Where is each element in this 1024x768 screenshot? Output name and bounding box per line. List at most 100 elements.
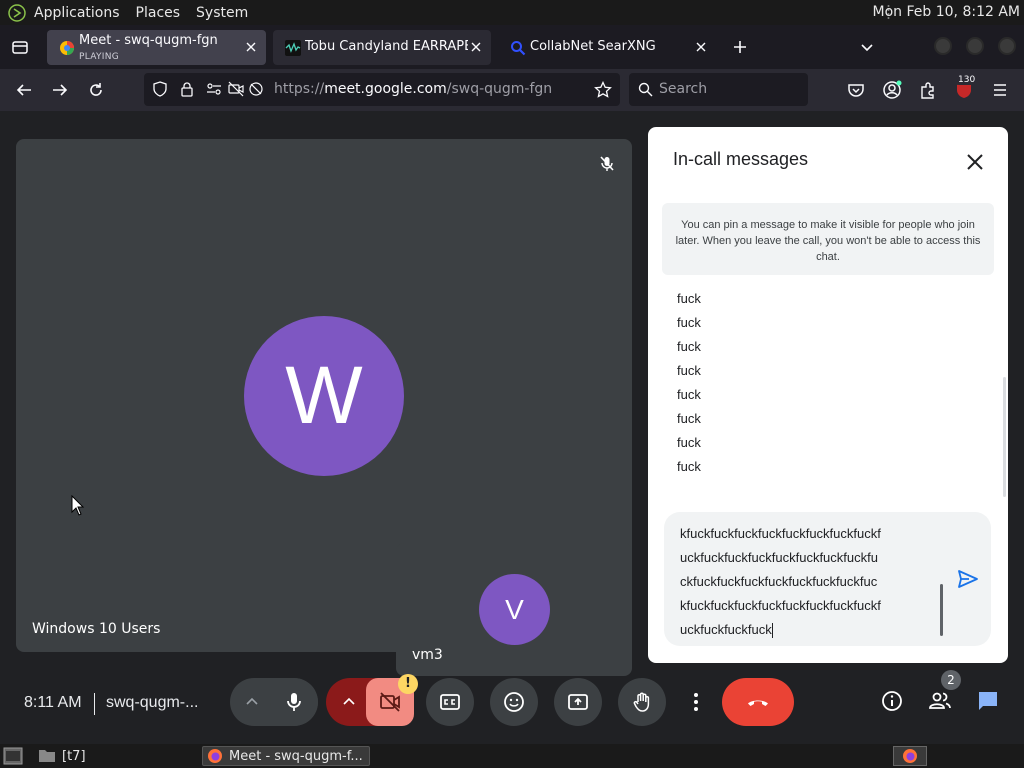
menu-places[interactable]: Places [136,5,181,21]
shield-icon[interactable] [152,81,168,97]
in-call-messages-panel: In-call messages You can pin a message t… [648,127,1008,663]
microphone-icon [287,693,301,711]
search-placeholder: Search [659,81,708,97]
workspace-switcher[interactable] [893,746,927,766]
url-scheme: https:// [274,81,325,97]
folder-icon[interactable] [38,748,56,763]
reload-icon[interactable] [86,80,106,100]
chevron-down-icon[interactable] [858,38,876,56]
close-tab-icon[interactable] [243,39,259,55]
maximize-button[interactable] [966,37,984,55]
taskbar-window-meet[interactable]: Meet - swq-qugm-f... [202,746,370,766]
captions-button[interactable] [426,678,474,726]
chat-scrollbar[interactable] [1003,377,1006,497]
present-screen-button[interactable] [554,678,602,726]
system-top-panel: Applications Places System Mon Feb 10, 8… [0,0,1024,25]
bookmark-star-icon[interactable] [594,81,612,99]
lock-icon[interactable] [179,81,195,97]
tab-searxng[interactable]: CollabNet SearXNG [498,30,716,65]
menu-system[interactable]: System [196,5,248,21]
menu-applications[interactable]: Applications [34,5,120,21]
url-text[interactable]: https://meet.google.com/swq-qugm-fgn [274,81,552,97]
chat-message: fuck [677,315,701,330]
avatar: W [244,316,404,476]
extensions-icon[interactable] [918,80,938,100]
chevron-up-icon[interactable] [244,694,260,710]
participant-tile-main[interactable]: W Windows 10 Users V vm3 [16,139,632,676]
close-window-button[interactable] [998,37,1016,55]
music-wave-icon [285,40,301,56]
participant-name: vm3 [412,647,443,663]
compose-line: uckfuckfuckfuck [680,622,772,637]
pin-info-notice: You can pin a message to make it visible… [662,203,994,275]
chat-message: fuck [677,363,701,378]
send-icon[interactable] [957,568,979,590]
hamburger-menu-icon[interactable] [990,80,1010,100]
tab-tobu[interactable]: Tobu Candyland EARRAPE b [273,30,491,65]
chat-icon[interactable] [976,689,1000,713]
meeting-clock: 8:11 AM [24,694,82,711]
show-desktop-icon[interactable] [3,747,23,765]
close-icon[interactable] [964,151,986,173]
compose-scrollbar[interactable] [940,584,943,636]
meeting-code[interactable]: swq-qugm-... [106,694,198,712]
microphone-button[interactable] [270,678,318,726]
pocket-icon[interactable] [846,80,866,100]
kali-menu-icon[interactable] [8,3,26,22]
account-icon[interactable] [882,80,902,100]
chat-message: fuck [677,459,701,474]
tab-title: Tobu Candyland EARRAPE b [305,39,468,54]
closed-captions-icon [440,694,460,710]
tab-title: CollabNet SearXNG [530,39,656,54]
tab-playing-label: PLAYING [79,52,120,62]
minimize-button[interactable] [934,37,952,55]
permissions-icon[interactable] [206,81,222,97]
forward-arrow-icon[interactable] [50,80,70,100]
tab-meet[interactable]: Meet - swq-qugm-fgn PLAYING [47,30,266,65]
present-screen-icon [568,694,588,710]
mic-off-icon [600,156,614,171]
system-taskbar: [t7] Meet - swq-qugm-f... [0,744,1024,768]
panel-clock[interactable]: Mon Feb 10, 8:12 AM [873,4,1020,20]
reactions-button[interactable] [490,678,538,726]
taskbar-workspace[interactable]: [t7] [62,746,86,766]
back-arrow-icon[interactable] [14,80,34,100]
participant-tile-self[interactable]: V vm3 [396,543,632,676]
mouse-cursor-icon [71,495,85,516]
more-vert-icon [694,693,698,711]
search-bar[interactable]: Search [629,73,808,106]
extension-badge: 130 [956,75,978,85]
firefox-icon [208,749,222,763]
close-tab-icon[interactable] [468,39,484,55]
chat-message: fuck [677,435,701,450]
google-meet-icon [60,41,74,55]
url-bar[interactable]: https://meet.google.com/swq-qugm-fgn [144,73,620,106]
tab-title: Meet - swq-qugm-fgn [79,33,218,48]
search-icon [511,41,526,56]
autoplay-blocked-icon[interactable] [248,81,264,97]
message-compose-box[interactable]: kfuckfuckfuckfuckfuckfuckfuckfuckf uckfu… [664,512,991,646]
firefox-icon [903,749,917,763]
more-options-button[interactable] [672,678,720,726]
chat-panel-title: In-call messages [673,149,809,169]
participant-name: Windows 10 Users [32,621,161,637]
meet-call-area: W Windows 10 Users V vm3 In-call message… [0,111,1024,744]
video-off-icon [380,692,400,712]
firefox-view-icon[interactable] [11,38,29,56]
message-input[interactable]: kfuckfuckfuckfuckfuckfuckfuckfuckf uckfu… [680,522,930,642]
info-icon[interactable] [880,689,904,713]
close-tab-icon[interactable] [693,39,709,55]
people-icon[interactable] [928,689,952,713]
url-path: /swq-qugm-fgn [446,81,553,97]
new-tab-icon[interactable] [731,38,749,56]
search-icon [638,82,653,97]
camera-blocked-icon[interactable] [228,81,244,97]
leave-call-button[interactable] [722,678,794,726]
chevron-up-icon[interactable] [341,694,357,710]
divider [94,693,95,715]
compose-line: kfuckfuckfuckfuckfuckfuckfuckfuckf [680,598,881,613]
text-caret [771,623,773,639]
raise-hand-button[interactable] [618,678,666,726]
chat-message: fuck [677,291,701,306]
browser-nav-bar: https://meet.google.com/swq-qugm-fgn Sea… [0,69,1024,111]
